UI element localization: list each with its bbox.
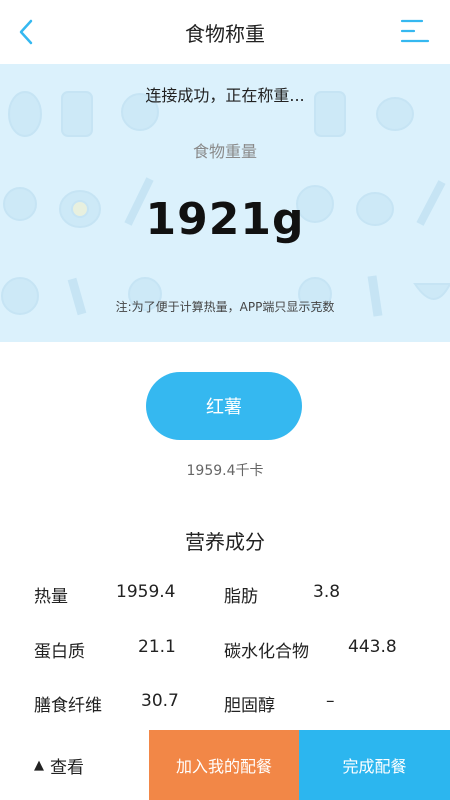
nutrient-label: 热量 bbox=[34, 587, 68, 607]
finish-meal-button[interactable]: 完成配餐 bbox=[299, 730, 450, 800]
weighing-panel: 连接成功，正在称重... 食物重量 1921g 注:为了便于计算热量，APP端只… bbox=[0, 64, 450, 342]
menu-button[interactable] bbox=[400, 16, 430, 46]
nutrient-value: 1959.4 bbox=[116, 582, 176, 602]
nutrient-value: 21.1 bbox=[138, 637, 176, 657]
food-name-button[interactable]: 红薯 bbox=[146, 372, 302, 440]
nutrient-value: 30.7 bbox=[141, 691, 179, 711]
nutrient-label: 蛋白质 bbox=[34, 642, 85, 662]
connection-status: 连接成功，正在称重... bbox=[145, 86, 305, 105]
page-title: 食物称重 bbox=[185, 22, 265, 46]
nutrient-value: 443.8 bbox=[348, 637, 397, 657]
nutrient-value: – bbox=[326, 691, 335, 711]
nutrition-title: 营养成分 bbox=[185, 530, 265, 554]
bottom-action-bar: ▲ 查看 加入我的配餐 完成配餐 bbox=[0, 730, 450, 800]
weight-value: 1921g bbox=[145, 194, 305, 245]
nutrient-label: 脂肪 bbox=[224, 587, 258, 607]
view-label: 查看 bbox=[50, 757, 84, 778]
view-button[interactable]: ▲ 查看 bbox=[0, 730, 149, 800]
app-header: 食物称重 bbox=[0, 0, 450, 64]
add-to-meal-button[interactable]: 加入我的配餐 bbox=[149, 730, 299, 800]
food-calories: 1959.4千卡 bbox=[186, 463, 264, 479]
nutrient-value: 3.8 bbox=[313, 582, 341, 602]
weight-note: 注:为了便于计算热量，APP端只显示克数 bbox=[115, 300, 335, 314]
nutrient-label: 胆固醇 bbox=[224, 696, 275, 716]
caret-up-icon: ▲ bbox=[34, 757, 44, 773]
menu-icon bbox=[400, 19, 430, 43]
nutrient-label: 膳食纤维 bbox=[34, 696, 102, 716]
weight-label: 食物重量 bbox=[192, 142, 257, 161]
nutrient-label: 碳水化合物 bbox=[224, 642, 309, 662]
